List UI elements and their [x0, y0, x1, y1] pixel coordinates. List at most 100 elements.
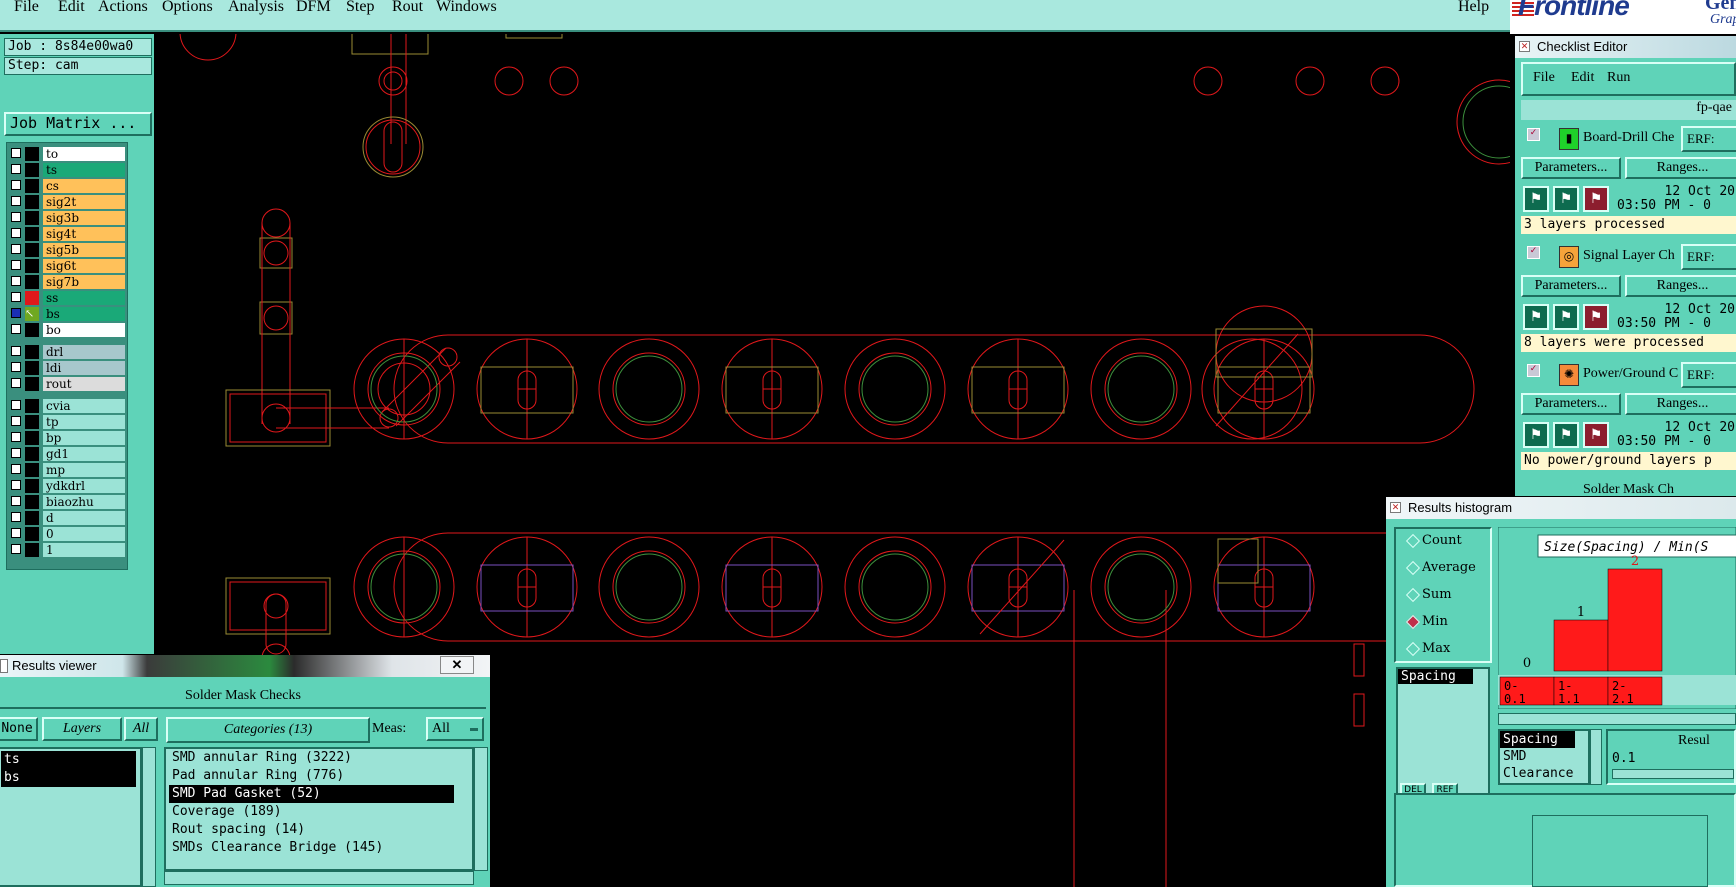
layer-name[interactable]: sig6t [43, 259, 125, 273]
layer-affected-indicator[interactable] [25, 323, 39, 337]
stop-check-icon[interactable]: ⚑ [1583, 304, 1609, 330]
meas-select[interactable]: All [426, 717, 484, 741]
all-button[interactable]: All [124, 717, 158, 741]
layer-name[interactable]: gd1 [43, 447, 125, 461]
layer-affected-indicator[interactable] [25, 291, 39, 305]
layer-affected-indicator[interactable] [25, 399, 39, 413]
layer-name[interactable]: tp [43, 415, 125, 429]
layer-row-sig2t[interactable]: sig2t [9, 195, 125, 209]
layer-affected-indicator[interactable] [25, 195, 39, 209]
parameters-button[interactable]: Parameters... [1521, 393, 1621, 415]
ranges-button[interactable]: Ranges... [1625, 275, 1736, 297]
checklist-menu-edit[interactable]: Edit [1571, 70, 1594, 86]
layer-row-cs[interactable]: cs [9, 179, 125, 193]
layer-affected-indicator[interactable] [25, 495, 39, 509]
layer-checkbox[interactable] [11, 196, 21, 206]
layer-row-gd1[interactable]: gd1 [9, 447, 125, 461]
category-item[interactable]: SMD Pad Gasket (52) [169, 785, 454, 803]
job-matrix-button[interactable]: Job Matrix ... [4, 112, 152, 136]
layer-name[interactable]: sig7b [43, 275, 125, 289]
layer-checkbox[interactable] [11, 496, 21, 506]
layer-checkbox[interactable] [11, 448, 21, 458]
menu-help[interactable]: Help [1458, 0, 1489, 16]
run-check-icon[interactable]: ⚑ [1523, 186, 1549, 212]
layer-row-bs[interactable]: ↖ bs [9, 307, 125, 321]
stop-check-icon[interactable]: ⚑ [1583, 422, 1609, 448]
layer-result-item[interactable]: ts [1, 751, 136, 769]
mode-radio-sum[interactable]: Sum [1405, 587, 1452, 603]
layer-row-ts[interactable]: ts [9, 163, 125, 177]
none-button[interactable]: None [0, 717, 38, 741]
layer-row-drl[interactable]: drl [9, 345, 125, 359]
layer-name[interactable]: 1 [43, 543, 125, 557]
mode-radio-max[interactable]: Max [1405, 641, 1450, 657]
layer-affected-indicator[interactable] [25, 211, 39, 225]
layer-affected-indicator[interactable]: ↖ [25, 307, 39, 321]
layer-row-sig3b[interactable]: sig3b [9, 211, 125, 225]
check-enable-checkbox[interactable]: ✓ [1527, 246, 1540, 259]
layer-row-d[interactable]: d [9, 511, 125, 525]
layer-row-sig7b[interactable]: sig7b [9, 275, 125, 289]
layer-row-0[interactable]: 0 [9, 527, 125, 541]
categories-list[interactable]: SMD annular Ring (3222) Pad annular Ring … [164, 747, 474, 871]
menu-dfm[interactable]: DFM [296, 0, 331, 16]
layer-name[interactable]: drl [43, 345, 125, 359]
layer-checkbox[interactable] [11, 308, 21, 318]
layer-row-tp[interactable]: tp [9, 415, 125, 429]
close-icon[interactable]: ✕ [1519, 41, 1530, 52]
layer-affected-indicator[interactable] [25, 463, 39, 477]
layer-affected-indicator[interactable] [25, 259, 39, 273]
layer-result-list[interactable]: ts bs [0, 747, 142, 887]
menu-edit[interactable]: Edit [58, 0, 85, 16]
layer-affected-indicator[interactable] [25, 431, 39, 445]
check-enable-checkbox[interactable]: ✓ [1527, 364, 1540, 377]
layer-name[interactable]: cs [43, 179, 125, 193]
layer-checkbox[interactable] [11, 362, 21, 372]
layer-row-biaozhu[interactable]: biaozhu [9, 495, 125, 509]
parameters-button[interactable]: Parameters... [1521, 157, 1621, 179]
category-item[interactable]: Coverage (189) [169, 803, 472, 821]
layer-name[interactable]: rout [43, 377, 125, 391]
layer-row-ldi[interactable]: ldi [9, 361, 125, 375]
layer-checkbox[interactable] [11, 378, 21, 388]
layer-affected-indicator[interactable] [25, 345, 39, 359]
layer-row-1[interactable]: 1 [9, 543, 125, 557]
layer-checkbox[interactable] [11, 260, 21, 270]
run-area-icon[interactable]: ⚑ [1553, 186, 1579, 212]
results-slider[interactable] [1612, 769, 1734, 779]
stop-check-icon[interactable]: ⚑ [1583, 186, 1609, 212]
category-item[interactable]: SMD annular Ring (3222) [169, 749, 472, 767]
layer-name[interactable]: bp [43, 431, 125, 445]
layer-affected-indicator[interactable] [25, 163, 39, 177]
layer-checkbox[interactable] [11, 244, 21, 254]
layer-checkbox[interactable] [11, 228, 21, 238]
category-item[interactable]: Pad annular Ring (776) [169, 767, 472, 785]
menu-rout[interactable]: Rout [392, 0, 423, 16]
layer-checkbox[interactable] [11, 464, 21, 474]
layer-affected-indicator[interactable] [25, 243, 39, 257]
layer-row-rout[interactable]: rout [9, 377, 125, 391]
category-item[interactable]: Rout spacing (14) [169, 821, 472, 839]
layer-name[interactable]: mp [43, 463, 125, 477]
run-check-icon[interactable]: ⚑ [1523, 422, 1549, 448]
menu-options[interactable]: Options [162, 0, 213, 16]
category-item[interactable]: SMDs Clearance Bridge (145) [169, 839, 472, 857]
erf-button[interactable]: ERF: [1681, 126, 1736, 152]
layer-checkbox[interactable] [11, 544, 21, 554]
layer-affected-indicator[interactable] [25, 543, 39, 557]
ranges-button[interactable]: Ranges... [1625, 157, 1736, 179]
mode-radio-count[interactable]: Count [1405, 533, 1462, 549]
layer-checkbox[interactable] [11, 276, 21, 286]
layer-name[interactable]: sig2t [43, 195, 125, 209]
layer-affected-indicator[interactable] [25, 377, 39, 391]
layer-name[interactable]: biaozhu [43, 495, 125, 509]
close-icon[interactable]: ✕ [1390, 502, 1401, 513]
layer-name[interactable]: cvia [43, 399, 125, 413]
layer-name[interactable]: ydkdrl [43, 479, 125, 493]
layer-checkbox[interactable] [11, 346, 21, 356]
layer-name[interactable]: bs [43, 307, 125, 321]
measure-item[interactable]: Spacing [1398, 669, 1473, 684]
layer-checkbox[interactable] [11, 528, 21, 538]
layer-checkbox[interactable] [11, 212, 21, 222]
layer-affected-indicator[interactable] [25, 227, 39, 241]
